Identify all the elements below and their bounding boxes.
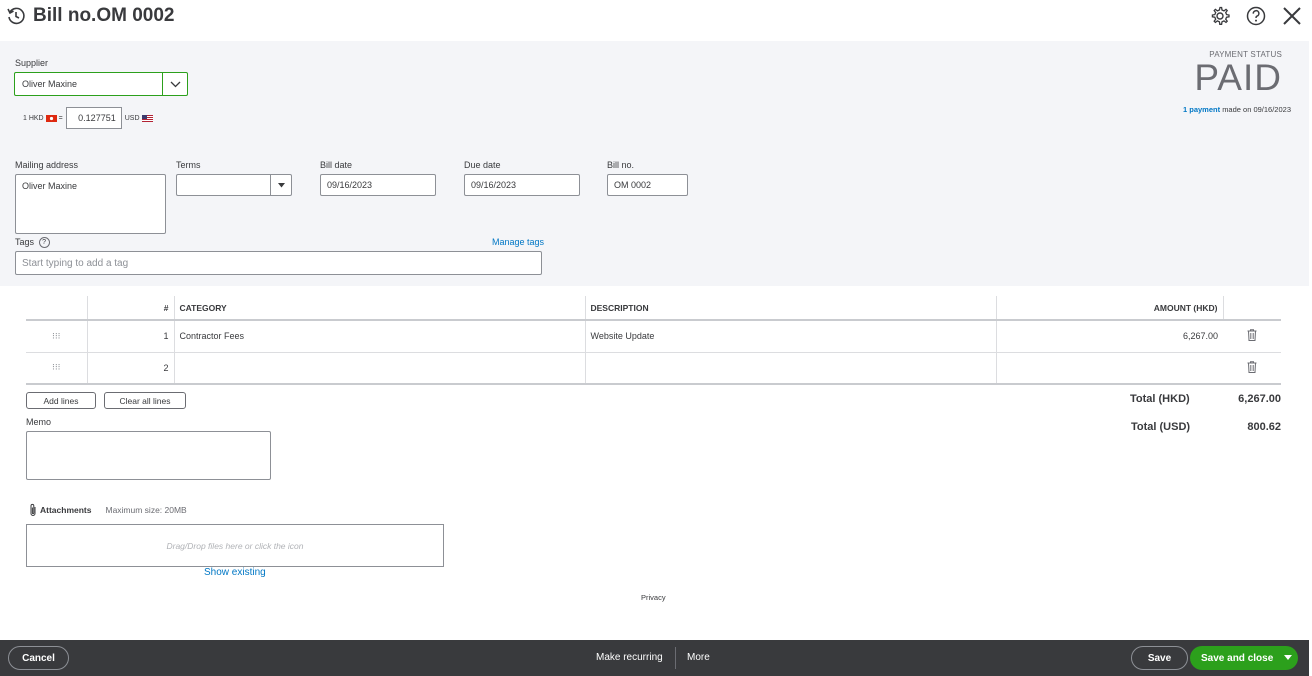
row-description[interactable]: [584, 352, 996, 385]
table-row: ⁝⁝⁝ 1 Contractor Fees Website Update 6,2…: [26, 320, 1281, 353]
bill-date-label: Bill date: [320, 160, 353, 170]
row-category[interactable]: [173, 352, 585, 385]
more-link[interactable]: More: [687, 652, 710, 663]
payment-info: 1 payment made on 09/16/2023: [1183, 105, 1291, 114]
total-usd-label: Total (USD): [1131, 421, 1191, 433]
drag-handle-icon[interactable]: ⁝⁝⁝: [26, 320, 87, 353]
privacy-link[interactable]: Privacy: [641, 593, 666, 602]
make-recurring-link[interactable]: Make recurring: [596, 652, 663, 663]
manage-tags-link[interactable]: Manage tags: [492, 237, 544, 247]
history-clock-icon[interactable]: [6, 6, 26, 26]
memo-input[interactable]: [26, 431, 271, 480]
drag-handle-icon[interactable]: ⁝⁝⁝: [26, 352, 87, 385]
tags-label-wrap: Tags ?: [15, 237, 50, 249]
due-date-label: Due date: [464, 160, 501, 170]
attachments-header: Attachments Maximum size: 20MB: [28, 503, 187, 517]
save-button[interactable]: Save: [1131, 646, 1188, 670]
table-header-row: # CATEGORY DESCRIPTION AMOUNT (HKD): [26, 296, 1281, 321]
paperclip-icon[interactable]: [28, 503, 38, 517]
mailing-address-label: Mailing address: [15, 160, 79, 170]
chevron-down-icon[interactable]: [162, 73, 187, 95]
show-existing-link[interactable]: Show existing: [204, 567, 266, 578]
payment-made-on: made on 09/16/2023: [1222, 105, 1291, 114]
close-icon[interactable]: [1281, 5, 1303, 27]
header: Bill no.OM 0002: [0, 0, 1312, 41]
line-items-table: # CATEGORY DESCRIPTION AMOUNT (HKD) ⁝⁝⁝ …: [26, 296, 1281, 385]
clear-all-lines-button[interactable]: Clear all lines: [104, 392, 186, 409]
max-size-note: Maximum size: 20MB: [105, 505, 187, 515]
bill-no-label: Bill no.: [607, 160, 635, 170]
exchange-rate-input[interactable]: 0.127751: [65, 107, 122, 129]
footer-bar: Cancel Make recurring More Save Save and…: [0, 640, 1309, 676]
bill-date-input[interactable]: 09/16/2023: [320, 174, 436, 196]
bill-no-input[interactable]: OM 0002: [607, 174, 688, 196]
drag-column-header: [26, 296, 87, 321]
add-lines-button[interactable]: Add lines: [26, 392, 96, 409]
help-icon[interactable]: [1245, 5, 1267, 27]
row-number: 1: [86, 320, 174, 353]
caret-down-icon[interactable]: [270, 175, 291, 195]
cancel-button[interactable]: Cancel: [8, 646, 69, 670]
page-title: Bill no.OM 0002: [33, 5, 175, 26]
supplier-select[interactable]: Oliver Maxine: [14, 72, 188, 96]
fx-to-label: USD: [124, 114, 140, 122]
terms-select[interactable]: [176, 174, 292, 196]
fx-from-label: 1 HKD: [23, 114, 44, 122]
row-amount[interactable]: [995, 352, 1223, 385]
row-amount[interactable]: 6,267.00: [995, 320, 1223, 353]
column-header-category: CATEGORY: [173, 296, 585, 321]
due-date-input[interactable]: 09/16/2023: [464, 174, 580, 196]
column-header-amount: AMOUNT (HKD): [995, 296, 1223, 321]
save-and-close-button[interactable]: Save and close: [1190, 646, 1298, 670]
attachment-dropzone[interactable]: Drag/Drop files here or click the icon: [26, 524, 444, 567]
us-flag-icon: [141, 114, 153, 122]
column-header-number: #: [86, 296, 174, 321]
supplier-value: Oliver Maxine: [22, 79, 78, 89]
table-row: ⁝⁝⁝ 2: [26, 352, 1281, 385]
column-header-description: DESCRIPTION: [584, 296, 996, 321]
supplier-label: Supplier: [15, 58, 49, 68]
hong-kong-flag-icon: [45, 114, 57, 122]
trash-icon[interactable]: [1223, 320, 1281, 353]
total-usd-value: 800.62: [1247, 421, 1281, 433]
terms-label: Terms: [176, 160, 201, 170]
payment-link[interactable]: 1 payment: [1183, 105, 1220, 114]
caret-down-icon[interactable]: [1284, 655, 1292, 660]
exchange-rate: 1 HKD = 0.127751 USD: [23, 107, 155, 129]
question-mark-icon[interactable]: ?: [38, 237, 50, 249]
save-and-close-label: Save and close: [1201, 652, 1274, 664]
row-number: 2: [86, 352, 174, 385]
total-hkd-value: 6,267.00: [1238, 393, 1281, 405]
payment-status: PAID: [1194, 57, 1282, 98]
row-category[interactable]: Contractor Fees: [173, 320, 585, 353]
memo-label: Memo: [26, 417, 52, 427]
fx-equals: =: [58, 114, 63, 122]
tags-label: Tags: [15, 237, 35, 247]
footer-divider: [675, 647, 676, 669]
mailing-address-input[interactable]: Oliver Maxine: [15, 174, 166, 234]
gear-icon[interactable]: [1209, 5, 1231, 27]
delete-column-header: [1222, 296, 1281, 321]
attachments-label: Attachments: [40, 505, 92, 515]
total-hkd-label: Total (HKD): [1130, 393, 1190, 405]
tags-input[interactable]: Start typing to add a tag: [15, 251, 542, 275]
trash-icon[interactable]: [1223, 352, 1281, 385]
row-description[interactable]: Website Update: [584, 320, 996, 353]
bill-header-form: Supplier Oliver Maxine 1 HKD = 0.127751 …: [0, 41, 1309, 286]
